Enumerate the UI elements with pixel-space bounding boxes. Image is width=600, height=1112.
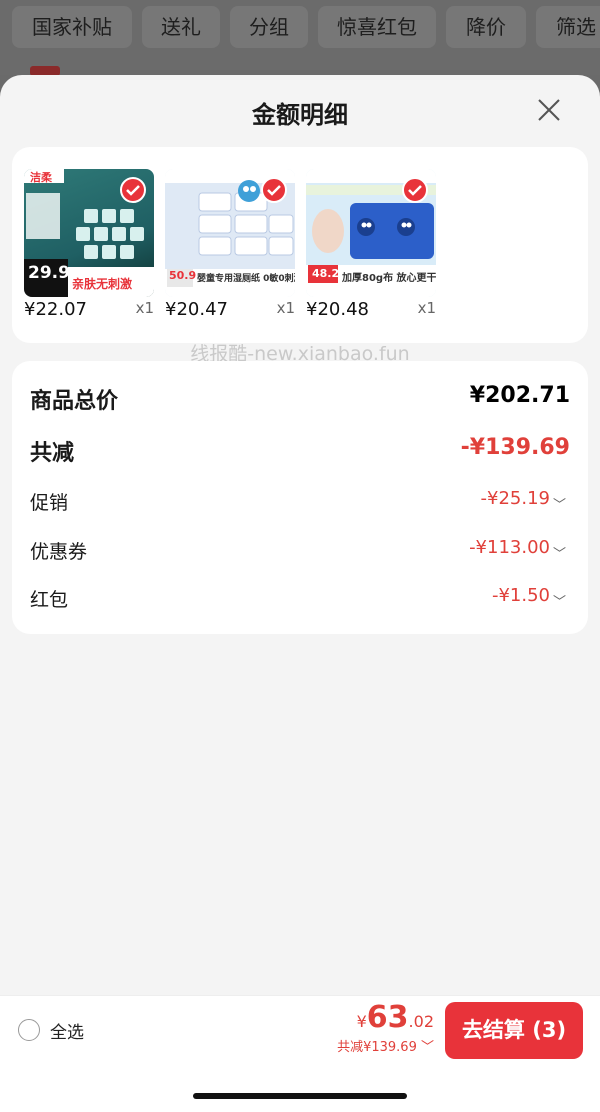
promotion-label: 促销	[30, 492, 69, 514]
check-icon	[261, 177, 287, 203]
product-quantity: x1	[135, 299, 154, 317]
total-amount: ¥63.02	[357, 1000, 434, 1035]
product-item[interactable]: 48.2 加厚80g布 放心更干净 ¥20.48 x1	[306, 169, 436, 325]
select-all-label[interactable]: 全选	[50, 1018, 84, 1043]
amount-decimal: .02	[408, 1012, 434, 1031]
coupon-row[interactable]: 优惠券 -¥113.00 ﹀	[30, 537, 570, 567]
chip-price-drop[interactable]: 降价	[446, 6, 526, 48]
amount-detail-card: 商品总价 ¥202.71 共减 -¥139.69 促销 -¥25.19 ﹀ 优惠…	[12, 361, 588, 634]
coupon-label: 优惠券	[30, 541, 88, 563]
check-icon	[120, 177, 146, 203]
svg-text:洁柔: 洁柔	[30, 170, 53, 184]
product-quantity: x1	[417, 299, 436, 317]
thumb-slogan: 亲肤无刺激	[72, 277, 133, 291]
chip-filter[interactable]: 筛选	[536, 6, 600, 48]
thumb-slogan: 加厚80g布 放心更干净	[342, 273, 436, 284]
currency-symbol: ¥	[356, 1012, 367, 1031]
thumb-price: 48.2	[312, 267, 340, 280]
checkout-button[interactable]: 去结算 (3)	[445, 1002, 583, 1059]
thumb-price: 50.9	[169, 269, 197, 282]
chevron-down-icon: ﹀	[552, 547, 566, 562]
total-price-label: 商品总价	[30, 389, 119, 414]
chevron-down-icon: ﹀	[552, 498, 566, 513]
promotion-row[interactable]: 促销 -¥25.19 ﹀	[30, 488, 570, 518]
chevron-down-icon: ﹀	[420, 1040, 434, 1055]
red-packet-label: 红包	[30, 589, 69, 611]
chip-group[interactable]: 分组	[230, 6, 308, 48]
close-icon	[538, 99, 560, 121]
filter-bar: 国家补贴 送礼 分组 惊喜红包 降价 筛选	[0, 0, 600, 75]
chip-red-packet[interactable]: 惊喜红包	[318, 6, 436, 48]
check-icon	[402, 177, 428, 203]
thumb-price: 29.9	[28, 263, 70, 283]
close-button[interactable]	[534, 95, 564, 125]
total-price-row: 商品总价 ¥202.71	[30, 383, 570, 414]
total-price-value: ¥202.71	[469, 383, 570, 408]
saved-amount: 共减¥139.69	[337, 1040, 417, 1055]
sheet-title: 金额明细	[252, 101, 348, 129]
home-indicator[interactable]	[193, 1093, 407, 1099]
red-packet-row[interactable]: 红包 -¥1.50 ﹀	[30, 585, 570, 615]
product-quantity: x1	[276, 299, 295, 317]
chip-gift[interactable]: 送礼	[142, 6, 220, 48]
product-price: ¥22.07	[24, 299, 87, 320]
amount-integer: 63	[366, 1000, 409, 1035]
total-reduce-label: 共减	[30, 441, 75, 466]
thumb-slogan: 婴童专用湿厕纸 0敏0刺激	[197, 274, 295, 284]
product-thumbnail: 48.2 加厚80g布 放心更干净	[306, 169, 436, 297]
total-reduce-row: 共减 -¥139.69	[30, 435, 570, 466]
saved-amount-toggle[interactable]: 共减¥139.69 ﹀	[337, 1036, 434, 1055]
chip-national-subsidy[interactable]: 国家补贴	[12, 6, 132, 48]
amount-detail-sheet: 金额明细 洁柔 29.9 亲肤无刺激 ¥22.07 x1 50.9 婴童专用湿厕…	[0, 75, 600, 1112]
product-price: ¥20.48	[306, 299, 369, 320]
products-card: 洁柔 29.9 亲肤无刺激 ¥22.07 x1 50.9 婴童专用湿厕纸 0敏0…	[12, 147, 588, 343]
product-thumbnail: 洁柔 29.9 亲肤无刺激	[24, 169, 154, 297]
chevron-down-icon: ﹀	[552, 595, 566, 610]
product-price: ¥20.47	[165, 299, 228, 320]
checkout-bar: 全选 ¥63.02 共减¥139.69 ﹀ 去结算 (3)	[0, 995, 600, 1063]
home-indicator-area	[0, 1063, 600, 1112]
product-item[interactable]: 洁柔 29.9 亲肤无刺激 ¥22.07 x1	[24, 169, 154, 325]
product-item[interactable]: 50.9 婴童专用湿厕纸 0敏0刺激 ¥20.47 x1	[165, 169, 295, 325]
product-thumbnail: 50.9 婴童专用湿厕纸 0敏0刺激	[165, 169, 295, 297]
select-all-radio[interactable]	[18, 1019, 40, 1041]
total-reduce-value: -¥139.69	[460, 435, 570, 460]
